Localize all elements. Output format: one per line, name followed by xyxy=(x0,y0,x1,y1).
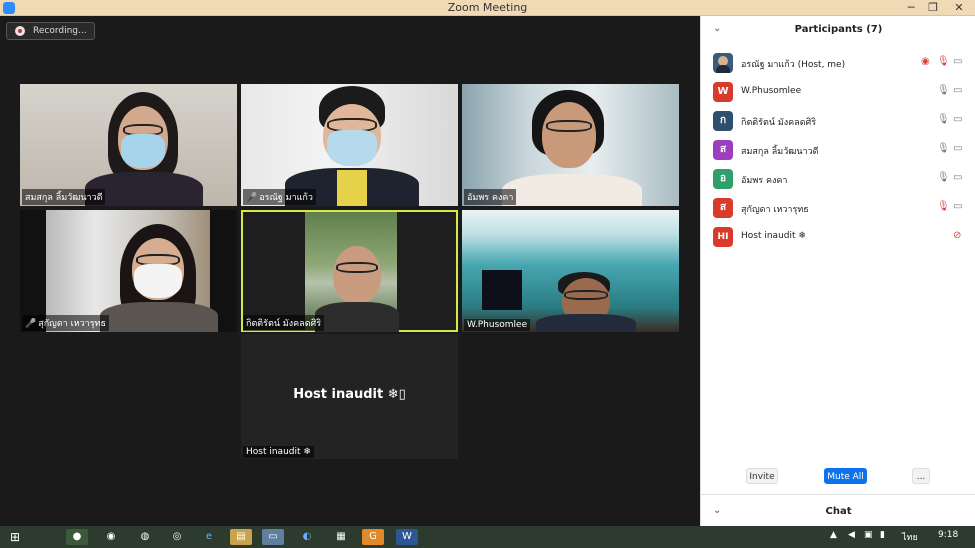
record-icon xyxy=(15,26,25,36)
zoom-taskbar-icon[interactable]: ▭ xyxy=(262,529,284,545)
avatar: HI xyxy=(713,227,733,247)
avatar: ส xyxy=(713,198,733,218)
participants-panel: ⌄ Participants (7) อรณัฐ มาแก้ว (Host, m… xyxy=(700,16,975,526)
participant-name: กิตติรัตน์ มังคลดศิริ xyxy=(741,118,817,128)
clock[interactable]: 9:18 xyxy=(938,530,958,540)
window-title: Zoom Meeting xyxy=(447,1,528,14)
muted-mic-icon[interactable]: 🎙 xyxy=(937,201,950,212)
app-icon[interactable]: ◍ xyxy=(134,529,156,545)
no-audio-icon[interactable]: ⊘ xyxy=(953,230,961,241)
participant-name-label: 🎤 สุกัญดา เหวารุทธ xyxy=(22,315,109,331)
participant-name-label: กิตติรัตน์ มังคลดศิริ xyxy=(243,315,325,331)
mute-all-button[interactable]: Mute All xyxy=(824,468,867,484)
chat-title: Chat xyxy=(825,506,852,517)
participant-list: อรณัฐ มาแก้ว (Host, me) ◉ 🎙 ▭ W W.Phusom… xyxy=(701,49,975,252)
video-camera-icon[interactable]: ▭ xyxy=(953,85,962,96)
participant-name: Host inaudit ❄ xyxy=(741,231,806,241)
file-explorer-icon[interactable]: ▤ xyxy=(230,529,252,545)
app-icon[interactable]: ◎ xyxy=(166,529,188,545)
participant-name-label: 🎤 อรณัฐ มาแก้ว xyxy=(243,189,316,205)
mic-icon[interactable]: 🎙 xyxy=(937,85,950,96)
video-camera-icon[interactable]: ▭ xyxy=(953,201,962,212)
chat-header[interactable]: ⌄ Chat xyxy=(701,494,975,526)
avatar: ก xyxy=(713,111,733,131)
video-tile[interactable]: W.Phusomlee xyxy=(462,210,679,332)
video-camera-icon[interactable]: ▭ xyxy=(953,114,962,125)
volume-icon[interactable]: ◀ xyxy=(848,530,855,540)
avatar xyxy=(713,53,733,73)
recording-indicator[interactable]: Recording... xyxy=(6,22,95,40)
avatar: ส xyxy=(713,140,733,160)
participant-name-label: อัมพร คงคา xyxy=(464,189,517,205)
video-tile-no-video[interactable]: Host inaudit ❄▯ Host inaudit ❄ xyxy=(241,334,458,459)
mic-icon[interactable]: 🎙 xyxy=(937,143,950,154)
participant-row[interactable]: ก กิตติรัตน์ มังคลดศิริ 🎙 ▭ xyxy=(701,107,975,136)
meeting-video-area: Recording... สมสกุล ลิ้มวัฒนาวดี 🎤 อรณัฐ … xyxy=(0,16,700,526)
edge-icon[interactable]: ◐ xyxy=(296,529,318,545)
participant-row[interactable]: อ อัมพร คงคา 🎙 ▭ xyxy=(701,165,975,194)
muted-mic-icon: 🎤 xyxy=(246,193,258,203)
video-tile[interactable]: 🎤 อรณัฐ มาแก้ว xyxy=(241,84,458,206)
mic-icon[interactable]: 🎙 xyxy=(937,114,950,125)
more-options-button[interactable]: ... xyxy=(912,468,930,484)
recording-icon: ◉ xyxy=(921,56,930,67)
participant-row[interactable]: ส สมสกุล ลิ้มวัฒนาวดี 🎙 ▭ xyxy=(701,136,975,165)
minimize-button[interactable]: ─ xyxy=(900,0,922,15)
participant-name: อรณัฐ มาแก้ว (Host, me) xyxy=(741,60,846,70)
avatar: อ xyxy=(713,169,733,189)
participants-actions: Invite Mute All ... xyxy=(701,468,975,486)
invite-button[interactable]: Invite xyxy=(746,468,778,484)
participant-name-label: W.Phusomlee xyxy=(464,319,531,331)
start-button[interactable]: ⊞ xyxy=(4,529,26,545)
participant-row[interactable]: HI Host inaudit ❄ ⊘ xyxy=(701,223,975,252)
participant-name-label: Host inaudit ❄ xyxy=(243,446,314,458)
participant-row[interactable]: ส สุกัญดา เหวารุทธ 🎙 ▭ xyxy=(701,194,975,223)
muted-mic-icon[interactable]: 🎙 xyxy=(937,56,950,67)
title-bar: Zoom Meeting ─ ❐ ✕ xyxy=(0,0,975,16)
recording-label: Recording... xyxy=(33,26,87,36)
muted-mic-icon: 🎤 xyxy=(25,319,37,329)
app-icon[interactable]: G xyxy=(362,529,384,545)
network-icon[interactable]: ▮ xyxy=(880,530,885,540)
language-indicator[interactable]: ไทย xyxy=(902,530,918,544)
app-icon[interactable]: ▦ xyxy=(330,529,352,545)
participant-name: สุกัญดา เหวารุทธ xyxy=(741,205,809,215)
video-tile[interactable]: สมสกุล ลิ้มวัฒนาวดี xyxy=(20,84,237,206)
video-tile[interactable]: 🎤 สุกัญดา เหวารุทธ xyxy=(20,210,237,332)
close-button[interactable]: ✕ xyxy=(948,0,970,15)
app-tray-icon[interactable]: ▣ xyxy=(864,530,873,540)
word-icon[interactable]: W xyxy=(396,529,418,545)
participant-name: สมสกุล ลิ้มวัฒนาวดี xyxy=(741,147,819,157)
video-camera-icon[interactable]: ▭ xyxy=(953,143,962,154)
video-camera-icon[interactable]: ▭ xyxy=(953,56,962,67)
participant-display-name: Host inaudit ❄▯ xyxy=(293,387,406,402)
video-tile[interactable]: อัมพร คงคา xyxy=(462,84,679,206)
active-speaker-tile[interactable]: กิตติรัตน์ มังคลดศิริ xyxy=(241,210,458,332)
edge-icon[interactable]: e xyxy=(198,529,220,545)
maximize-button[interactable]: ❐ xyxy=(922,0,944,15)
participant-row[interactable]: อรณัฐ มาแก้ว (Host, me) ◉ 🎙 ▭ xyxy=(701,49,975,78)
participant-name-label: สมสกุล ลิ้มวัฒนาวดี xyxy=(22,189,106,205)
participant-row[interactable]: W W.Phusomlee 🎙 ▭ xyxy=(701,78,975,107)
mic-icon[interactable]: 🎙 xyxy=(937,172,950,183)
participant-name: W.Phusomlee xyxy=(741,86,802,96)
participants-title: Participants (7) xyxy=(794,24,883,35)
windows-taskbar: ⊞ ● ◉ ◍ ◎ e ▤ ▭ ◐ ▦ G W ▲ ◀ ▣ ▮ ไทย 9:18 xyxy=(0,526,975,548)
app-icon[interactable]: ◉ xyxy=(100,529,122,545)
video-camera-icon[interactable]: ▭ xyxy=(953,172,962,183)
chrome-icon[interactable]: ● xyxy=(66,529,88,545)
avatar: W xyxy=(713,82,733,102)
tray-chevron-icon[interactable]: ▲ xyxy=(830,530,837,540)
participant-name: อัมพร คงคา xyxy=(741,176,788,186)
